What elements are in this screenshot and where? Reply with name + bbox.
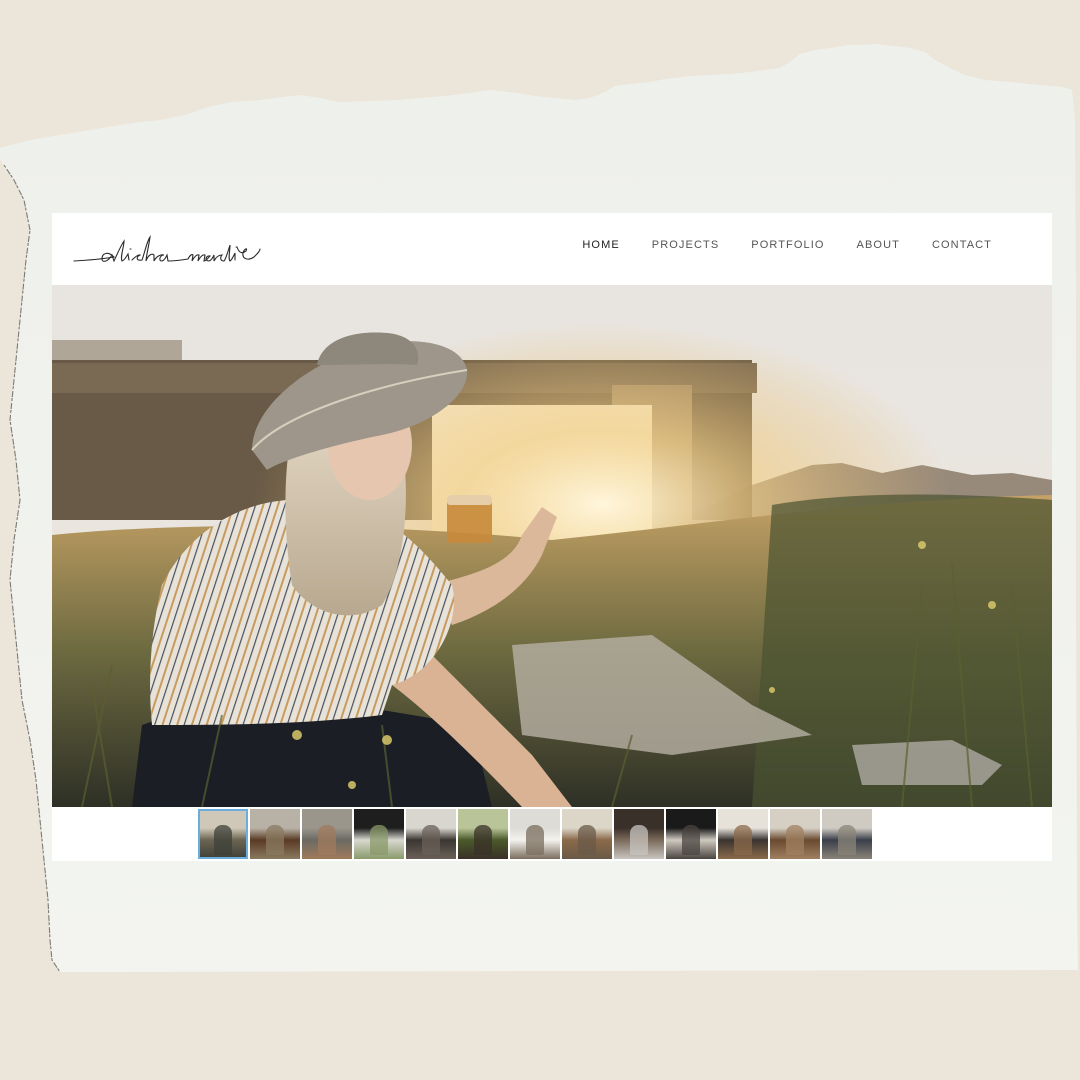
thumbnail-subject	[630, 825, 648, 855]
website-preview: alisha marie HOME PROJECTS PORTFOLIO ABO…	[52, 213, 1052, 861]
gallery-thumbnail[interactable]	[510, 809, 560, 859]
thumbnail-subject	[526, 825, 544, 855]
gallery-thumbnail[interactable]	[718, 809, 768, 859]
gallery-thumbnail[interactable]	[562, 809, 612, 859]
nav-about[interactable]: ABOUT	[857, 239, 900, 251]
hero-photo-illustration	[52, 285, 1052, 807]
thumbnail-strip	[52, 807, 1052, 861]
thumbnail-subject	[474, 825, 492, 855]
gallery-thumbnail[interactable]	[198, 809, 248, 859]
gallery-thumbnail[interactable]	[458, 809, 508, 859]
thumbnail-subject	[318, 825, 336, 855]
thumbnail-list	[198, 809, 874, 859]
gallery-thumbnail[interactable]	[770, 809, 820, 859]
nav-home[interactable]: HOME	[582, 239, 619, 251]
nav-portfolio[interactable]: PORTFOLIO	[751, 239, 824, 251]
calligraphy-logo-icon	[73, 235, 261, 263]
thumbnail-subject	[578, 825, 596, 855]
thumbnail-subject	[682, 825, 700, 855]
gallery-thumbnail[interactable]	[666, 809, 716, 859]
nav-contact[interactable]: CONTACT	[932, 239, 992, 251]
main-nav: HOME PROJECTS PORTFOLIO ABOUT CONTACT	[582, 213, 992, 277]
gallery-thumbnail[interactable]	[250, 809, 300, 859]
thumbnail-subject	[214, 825, 232, 855]
gallery-thumbnail[interactable]	[614, 809, 664, 859]
gallery-thumbnail[interactable]	[406, 809, 456, 859]
thumbnail-subject	[734, 825, 752, 855]
hero-image	[52, 285, 1052, 807]
thumbnail-subject	[370, 825, 388, 855]
gallery-thumbnail[interactable]	[302, 809, 352, 859]
thumbnail-subject	[422, 825, 440, 855]
nav-projects[interactable]: PROJECTS	[652, 239, 719, 251]
gallery-thumbnail[interactable]	[354, 809, 404, 859]
gallery-thumbnail[interactable]	[822, 809, 872, 859]
site-header: alisha marie HOME PROJECTS PORTFOLIO ABO…	[52, 213, 1052, 285]
thumbnail-subject	[266, 825, 284, 855]
logo[interactable]: alisha marie	[72, 227, 262, 271]
thumbnail-subject	[786, 825, 804, 855]
thumbnail-subject	[838, 825, 856, 855]
